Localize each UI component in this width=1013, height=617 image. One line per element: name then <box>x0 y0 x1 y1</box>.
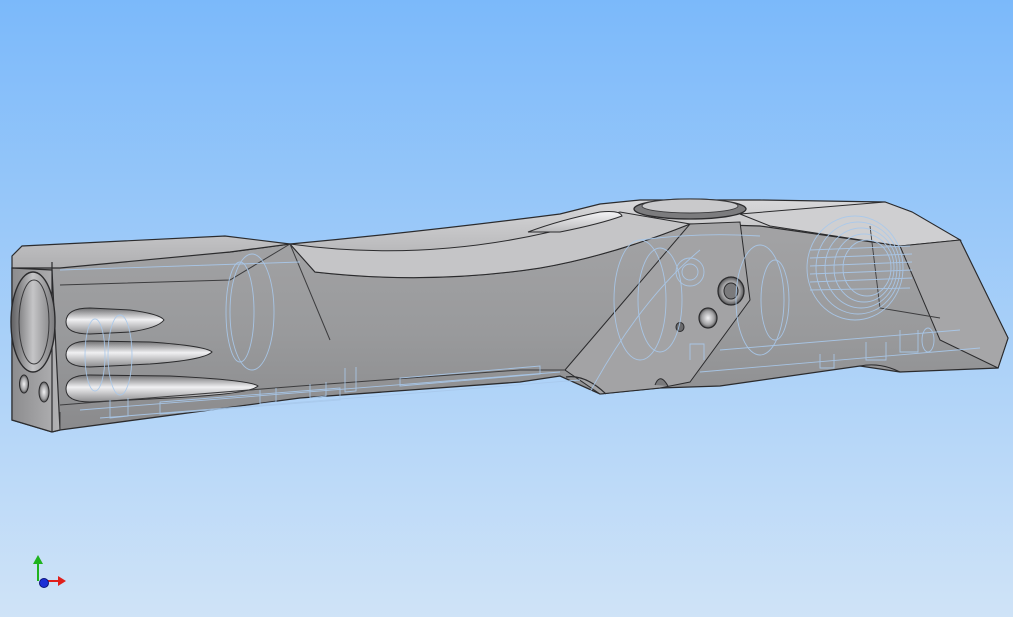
cad-3d-viewport[interactable] <box>0 0 1013 617</box>
front-small-hole-right[interactable] <box>38 381 50 403</box>
front-small-hole-left[interactable] <box>19 374 29 394</box>
pivot-hole-medium[interactable] <box>698 307 718 329</box>
top-bore-inner-edge <box>641 198 739 214</box>
model-canvas[interactable] <box>0 0 1013 617</box>
front-bore-hole[interactable] <box>10 271 56 373</box>
triad-z-axis-dot-icon <box>39 578 49 588</box>
